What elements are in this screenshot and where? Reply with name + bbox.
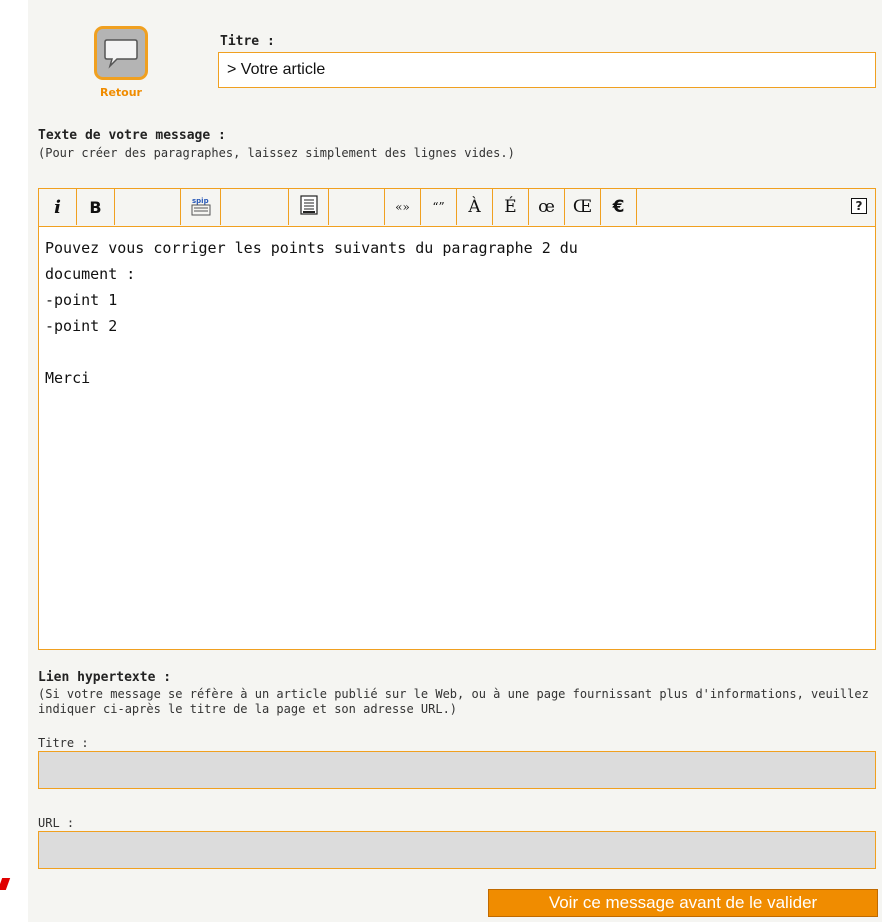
lien-hint: (Si votre message se réfère à un article… — [38, 687, 869, 716]
oe-button[interactable]: œ — [529, 189, 565, 225]
url-label: URL : — [38, 816, 75, 830]
message-textarea[interactable]: Pouvez vous corriger les points suivants… — [38, 226, 876, 650]
titre-value: > Votre article — [227, 61, 326, 78]
frame-button[interactable] — [289, 189, 329, 225]
bold-button[interactable]: B — [77, 189, 115, 225]
texte-title: Texte de votre message : — [38, 128, 226, 143]
svg-text:spip: spip — [192, 197, 209, 205]
italic-button[interactable]: i — [39, 189, 77, 225]
lien-titre-label: Titre : — [38, 736, 89, 750]
preview-submit-button[interactable]: Voir ce message avant de le valider — [488, 889, 878, 917]
toolbar-spacer — [115, 189, 181, 225]
quotes-button[interactable]: “” — [421, 189, 457, 225]
a-grave-button[interactable]: À — [457, 189, 493, 225]
titre-input[interactable]: > Votre article — [218, 52, 876, 88]
lien-title: Lien hypertexte : — [38, 670, 172, 685]
toolbar-spacer — [221, 189, 289, 225]
titre-label: Titre : — [220, 34, 275, 49]
url-input[interactable] — [38, 831, 876, 869]
help-icon[interactable]: ? — [851, 198, 867, 214]
guillemets-button[interactable]: «» — [385, 189, 421, 225]
texte-hint: (Pour créer des paragraphes, laissez sim… — [38, 146, 515, 160]
lien-titre-input[interactable] — [38, 751, 876, 789]
toolbar-spacer — [329, 189, 385, 225]
euro-button[interactable]: € — [601, 189, 637, 225]
retour-label: Retour — [99, 86, 142, 99]
spip-link-icon: spip — [190, 195, 212, 220]
editor-toolbar: i B spip «» “” À É œ Œ € ? — [38, 188, 876, 226]
edge-mark — [0, 878, 11, 890]
frame-icon — [299, 195, 318, 219]
speech-bubble-icon — [94, 26, 148, 80]
spip-link-button[interactable]: spip — [181, 189, 221, 225]
e-acute-button[interactable]: É — [493, 189, 529, 225]
retour-button[interactable]: Retour — [92, 26, 150, 108]
OE-button[interactable]: Œ — [565, 189, 601, 225]
